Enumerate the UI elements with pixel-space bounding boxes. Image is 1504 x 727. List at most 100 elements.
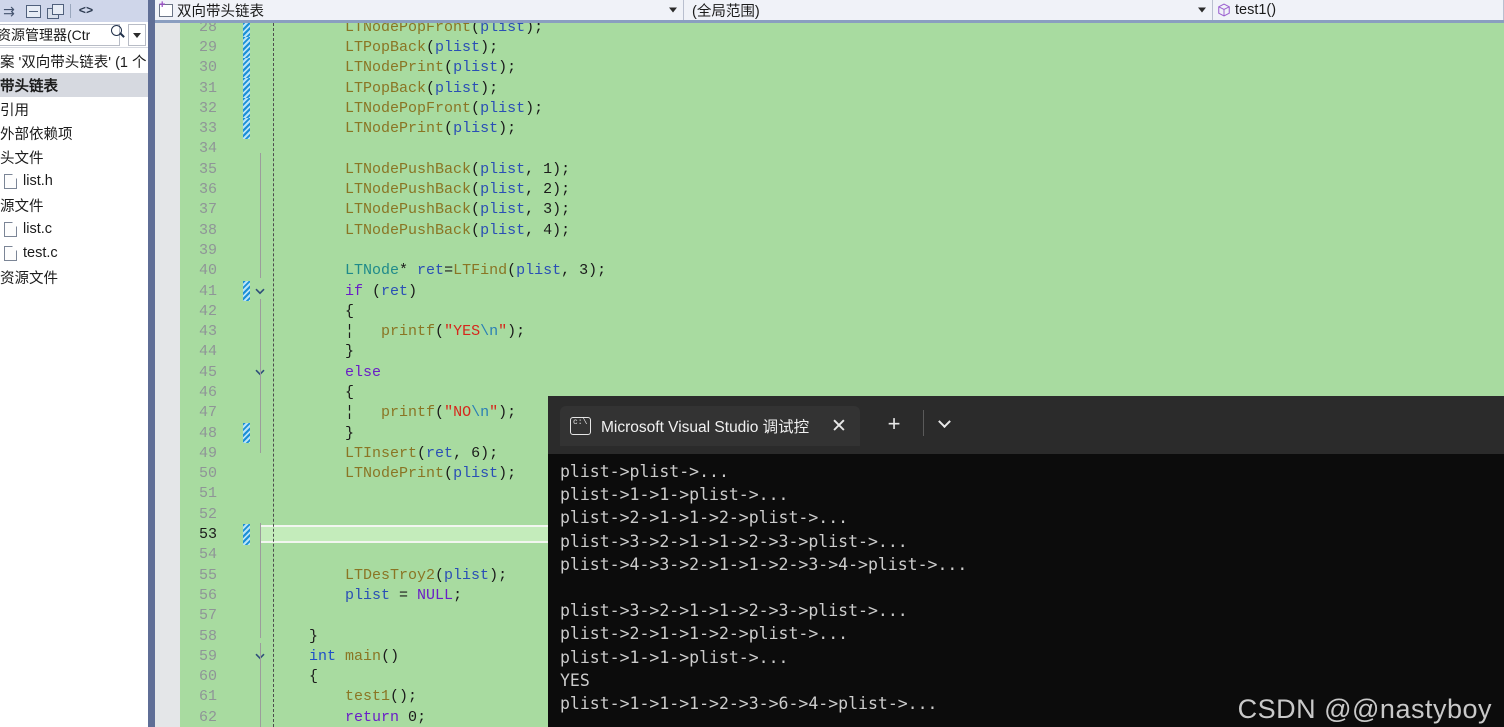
search-options-dropdown[interactable] (128, 24, 146, 46)
tree-item-resource-files[interactable]: 资源文件 (0, 265, 148, 289)
search-icon[interactable] (110, 24, 126, 40)
file-icon (4, 221, 17, 237)
code-line[interactable]: 40 LTNode* ret=LTFind(plist, 3); (155, 261, 1504, 281)
tree-item-label: test.c (23, 245, 58, 261)
line-number: 42 (198, 302, 217, 320)
terminal-tab[interactable]: c:\ Microsoft Visual Studio 调试控 ✕ (560, 406, 860, 446)
code-line[interactable]: 39 (155, 240, 1504, 260)
code-text: { (273, 668, 319, 686)
member-selector-label: test1() (1235, 2, 1277, 18)
line-number: 31 (198, 79, 217, 97)
back-arrow-icon[interactable]: ⇉ (0, 1, 22, 21)
collapse-all-icon[interactable] (22, 1, 44, 21)
line-number: 48 (198, 424, 217, 442)
code-view-icon[interactable]: <> (75, 1, 97, 21)
code-line[interactable]: 38 LTNodePushBack(plist, 4); (155, 220, 1504, 240)
change-indicator (243, 98, 250, 119)
code-text: LTNodePrint(plist); (345, 59, 517, 77)
toolbar-divider (70, 4, 71, 18)
change-indicator (243, 57, 250, 78)
plus-icon[interactable]: + (880, 410, 908, 438)
code-text: LTNodePopFront(plist); (345, 23, 544, 36)
code-text: LTNodePrint(plist); (345, 465, 517, 483)
cube-icon (1217, 3, 1231, 17)
code-text: test1(); (345, 688, 418, 706)
change-indicator (243, 37, 250, 58)
line-number: 30 (198, 59, 217, 77)
terminal-toolbar-divider (923, 410, 924, 436)
tree-item-label: 源文件 (0, 198, 44, 215)
tree-item-label: 头文件 (0, 150, 44, 167)
code-line[interactable]: 32 LTNodePopFront(plist); (155, 98, 1504, 119)
code-line[interactable]: 34 (155, 139, 1504, 159)
code-line[interactable]: 35 LTNodePushBack(plist, 1); (155, 159, 1504, 179)
terminal-titlebar: c:\ Microsoft Visual Studio 调试控 ✕ + (548, 396, 1504, 454)
code-line[interactable]: 41 if (ret) (155, 280, 1504, 302)
scope-guide (260, 153, 261, 278)
code-line[interactable]: 30 LTNodePrint(plist); (155, 57, 1504, 78)
code-text: LTNodePopFront(plist); (345, 99, 544, 117)
code-line[interactable]: 29 LTPopBack(plist); (155, 37, 1504, 58)
code-line[interactable]: 33 LTNodePrint(plist); (155, 118, 1504, 139)
tree-item-list-c[interactable]: list.c (0, 217, 148, 241)
console-icon: c:\ (570, 417, 591, 435)
tree-item-project[interactable]: 带头链表 (0, 73, 148, 97)
project-selector[interactable]: 双向带头链表 (155, 0, 684, 20)
search-input[interactable]: 资源管理器(Ctr (0, 24, 120, 46)
code-line[interactable]: 31 LTPopBack(plist); (155, 77, 1504, 99)
scope-selector[interactable]: (全局范围) (684, 0, 1213, 20)
terminal-window[interactable]: c:\ Microsoft Visual Studio 调试控 ✕ + plis… (548, 396, 1504, 727)
code-line[interactable]: 45 else (155, 362, 1504, 382)
line-number: 43 (198, 323, 217, 341)
tree-item-label: 引用 (0, 102, 29, 119)
code-text: { (273, 383, 355, 401)
tree-item-external-dependencies[interactable]: 外部依赖项 (0, 121, 148, 145)
tree-item-solution[interactable]: 案 '双向带头链表' (1 个 (0, 49, 148, 73)
code-line[interactable]: 36 LTNodePushBack(plist, 2); (155, 179, 1504, 199)
code-text: ¦ printf("YES\n"); (273, 323, 526, 341)
code-text: LTNodePrint(plist); (345, 120, 517, 138)
file-icon (4, 173, 17, 189)
project-selector-label: 双向带头链表 (177, 3, 264, 20)
terminal-output-line: plist->4->3->2->1->1->2->3->4->plist->..… (560, 554, 968, 574)
code-line[interactable]: 37 LTNodePushBack(plist, 3); (155, 200, 1504, 220)
terminal-output-line: plist->3->2->1->1->2->3->plist->... (560, 531, 908, 551)
tree-item-label: 案 '双向带头链表' (1 个 (0, 54, 147, 71)
line-number: 54 (198, 546, 217, 564)
code-text: LTNodePushBack(plist, 3); (345, 201, 571, 219)
line-number: 45 (198, 363, 217, 381)
app-window: ⇉ <> 资源管理器(Ctr 案 '双向带头链表' (1 个 带头链表 引用 外… (0, 0, 1504, 727)
scope-guide (260, 523, 261, 638)
scope-guide (260, 643, 261, 727)
code-text: LTPopBack(plist); (345, 79, 499, 97)
code-text: { (273, 302, 355, 320)
tree-item-header-files[interactable]: 头文件 (0, 145, 148, 169)
line-number: 51 (198, 485, 217, 503)
tree-item-list-h[interactable]: list.h (0, 169, 148, 193)
solution-tree: 案 '双向带头链表' (1 个 带头链表 引用 外部依赖项 头文件 list.h… (0, 49, 148, 727)
member-selector[interactable]: test1() (1213, 0, 1504, 20)
chevron-down-icon (669, 7, 677, 13)
solution-explorer-search-row: 资源管理器(Ctr (0, 22, 148, 48)
solution-explorer-toolbar: ⇉ <> (0, 0, 148, 22)
tree-item-test-c[interactable]: test.c (0, 241, 148, 265)
file-icon (4, 245, 17, 261)
change-indicator (243, 280, 250, 302)
terminal-output-line: plist->2->1->1->2->plist->... (560, 508, 849, 528)
code-text: LTDesTroy2(plist); (345, 566, 508, 584)
code-line[interactable]: 43 ¦ printf("YES\n"); (155, 321, 1504, 341)
code-line[interactable]: 42 { (155, 301, 1504, 321)
code-text: LTPopBack(plist); (345, 38, 499, 56)
show-all-files-icon[interactable] (44, 1, 66, 21)
tree-item-source-files[interactable]: 源文件 (0, 193, 148, 217)
panel-splitter[interactable] (148, 0, 155, 727)
chevron-down-icon[interactable] (930, 410, 958, 438)
terminal-output-line: plist->1->1->plist->... (560, 485, 789, 505)
tree-item-references[interactable]: 引用 (0, 97, 148, 121)
line-number: 33 (198, 120, 217, 138)
code-line[interactable]: 28 LTNodePopFront(plist); (155, 23, 1504, 38)
close-icon[interactable]: ✕ (828, 417, 850, 436)
code-line[interactable]: 44 } (155, 342, 1504, 362)
scope-guide (260, 378, 261, 453)
terminal-output-line: plist->3->2->1->1->2->3->plist->... (560, 601, 908, 621)
